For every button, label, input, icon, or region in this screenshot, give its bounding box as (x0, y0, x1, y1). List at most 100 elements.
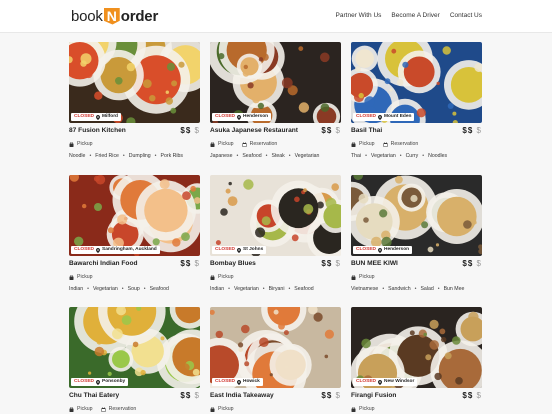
restaurant-card[interactable]: CLOSED Sandringham, Auckland Bawarchi In… (69, 175, 200, 297)
restaurant-name[interactable]: Bombay Blues (210, 260, 256, 267)
tag-separator: • (265, 153, 268, 159)
service-mode-label: Pickup (218, 274, 234, 280)
cuisine-tag: Noodle (69, 153, 86, 159)
cuisine-tag: Seafood (149, 286, 169, 292)
cuisine-tags: Indian • Vegetarian • Biryani • Seafood (210, 286, 314, 292)
restaurant-name[interactable]: 87 Fusion Kitchen (69, 127, 126, 134)
contact-us-link[interactable]: Contact Us (450, 12, 482, 19)
restaurant-card[interactable]: CLOSED St Johns Bombay Blues $$ $ Pickup In… (210, 175, 341, 297)
tag-separator: • (365, 153, 367, 159)
restaurant-photo[interactable] (210, 307, 341, 388)
restaurant-card[interactable]: CLOSED Henderson Asuka Japanese Restaura… (210, 42, 341, 164)
price-active: $$ (462, 259, 474, 268)
pickup-bag-icon (210, 274, 215, 280)
cuisine-tag: Biryani (268, 286, 285, 292)
price-active: $$ (321, 126, 333, 135)
service-mode-label: Pickup (77, 141, 93, 147)
become-a-driver-link[interactable]: Become A Driver (391, 12, 439, 19)
restaurant-photo[interactable] (351, 307, 482, 388)
location-label: Howick (243, 379, 260, 384)
location-pin-icon (96, 247, 100, 253)
cuisine-tag: Fried Rice (95, 153, 119, 159)
tag-separator: • (414, 286, 417, 292)
tag-separator: • (121, 286, 124, 292)
location-label: New Windsor (384, 379, 415, 384)
service-mode-label: Pickup (218, 141, 234, 147)
restaurant-name[interactable]: Firangi Fusion (351, 392, 396, 399)
booknorder-logo[interactable]: book N order (71, 7, 158, 25)
service-mode-pickup: Pickup (210, 141, 234, 147)
service-mode-label: Pickup (359, 274, 375, 280)
status-location-badge: CLOSED Mount Eden (353, 113, 415, 121)
cuisine-tag: Noodles (428, 153, 448, 159)
cuisine-tag: Pork Ribs (160, 153, 184, 159)
location-pin-icon (237, 247, 241, 253)
restaurant-name[interactable]: Basil Thai (351, 127, 382, 134)
reservation-calendar-icon (242, 141, 247, 147)
restaurant-photo[interactable] (69, 175, 200, 256)
location-pin-icon (237, 114, 241, 120)
service-mode-label: Pickup (77, 406, 93, 412)
price-inactive: $ (194, 126, 200, 135)
service-modes: Pickup (210, 406, 234, 412)
restaurant-photo[interactable] (210, 175, 341, 256)
status-location-badge: CLOSED Milford (71, 113, 121, 121)
restaurant-photo[interactable] (69, 307, 200, 388)
service-mode-pickup: Pickup (351, 274, 375, 280)
location-pin-icon (378, 114, 382, 120)
cuisine-tag: Steak (271, 153, 285, 159)
pickup-bag-icon (351, 406, 356, 412)
tag-separator: • (236, 153, 239, 159)
restaurant-card[interactable]: CLOSED Henderson BUN MEE KIWI $$ $ Pickup V… (351, 175, 482, 297)
status-badge: CLOSED (74, 247, 94, 252)
logo-text-book: book (71, 7, 103, 25)
reservation-calendar-icon (101, 406, 106, 412)
restaurant-card[interactable]: CLOSED New Windsor Firangi Fusion $$ $ Pic… (351, 307, 482, 414)
restaurant-photo[interactable] (210, 42, 341, 123)
status-badge: CLOSED (356, 379, 376, 384)
logo-text-order: order (120, 7, 159, 25)
restaurant-name[interactable]: East India Takeaway (210, 392, 274, 399)
pickup-bag-icon (69, 274, 74, 280)
restaurant-photo[interactable] (351, 175, 482, 256)
cuisine-tag: Thai (351, 153, 362, 159)
price-active: $$ (462, 126, 474, 135)
service-mode-label: Reservation (249, 141, 278, 147)
service-mode-reservation: Reservation (242, 141, 278, 147)
tag-separator: • (399, 153, 402, 159)
cuisine-tags: Japanese • Seafood • Steak • Vegetarian (210, 153, 319, 159)
location-label: Ponsonby (102, 379, 126, 384)
tag-separator: • (422, 153, 425, 159)
restaurant-card[interactable]: CLOSED Ponsonby Chu Thai Eatery $$ $ Picku… (69, 307, 200, 414)
restaurant-name[interactable]: Asuka Japanese Restaurant (210, 127, 298, 134)
restaurant-card[interactable]: CLOSED Milford 87 Fusion Kitchen $$ $ Pick… (69, 42, 200, 164)
tag-separator: • (437, 286, 440, 292)
status-badge: CLOSED (215, 247, 235, 252)
service-modes: Pickup (210, 274, 234, 280)
cuisine-tags: Vietnamese • Sandwich • Salad • Bun Mee (351, 286, 464, 292)
restaurant-photo[interactable] (351, 42, 482, 123)
cuisine-tag: Vegetarian (370, 153, 396, 159)
price-active: $$ (180, 259, 192, 268)
service-modes: Pickup Reservation (210, 141, 277, 147)
restaurant-name[interactable]: BUN MEE KIWI (351, 260, 398, 267)
cuisine-tag: Indian (210, 286, 225, 292)
location-label: Sandringham, Auckland (102, 247, 157, 252)
pickup-bag-icon (210, 141, 215, 147)
logo-n-mark: N (103, 7, 120, 25)
cuisine-tags: Thai • Vegetarian • Curry • Noodles (351, 153, 447, 159)
restaurant-name[interactable]: Chu Thai Eatery (69, 392, 119, 399)
tag-separator: • (288, 286, 291, 292)
restaurant-name[interactable]: Bawarchi Indian Food (69, 260, 138, 267)
cuisine-tag: Salad (420, 286, 434, 292)
price-level: $$ $ (462, 259, 482, 268)
location-label: Milford (102, 114, 118, 119)
cuisine-tag: Vegetarian (233, 286, 259, 292)
restaurant-photo[interactable] (69, 42, 200, 123)
location-pin-icon (378, 247, 382, 253)
restaurant-card[interactable]: CLOSED Howick East India Takeaway $$ $ Pic… (210, 307, 341, 414)
location-label: Mount Eden (384, 114, 412, 119)
partner-with-us-link[interactable]: Partner With Us (336, 12, 382, 19)
status-location-badge: CLOSED Henderson (212, 113, 272, 121)
restaurant-card[interactable]: CLOSED Mount Eden Basil Thai $$ $ Pickup Re… (351, 42, 482, 164)
